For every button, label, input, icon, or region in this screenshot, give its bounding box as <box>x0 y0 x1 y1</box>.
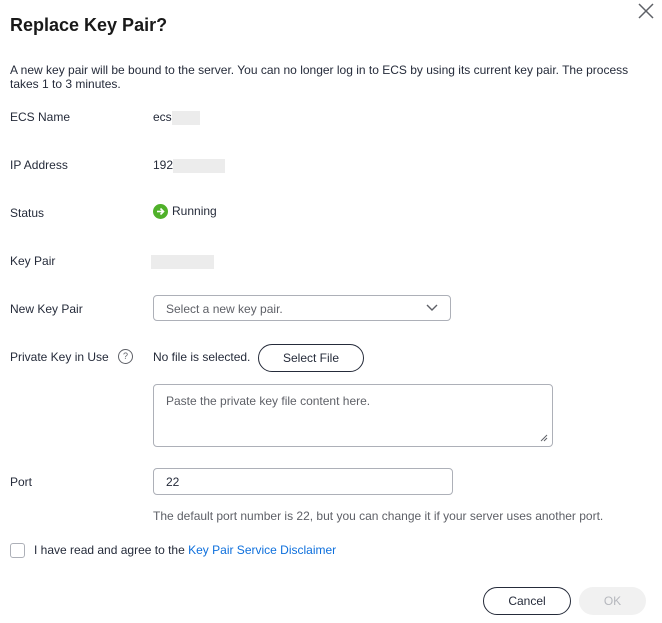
new-key-pair-placeholder: Select a new key pair. <box>166 302 283 316</box>
ip-address-label: IP Address <box>10 158 68 172</box>
chevron-down-icon <box>426 304 438 311</box>
ip-address-value: 192 <box>153 158 226 173</box>
file-status-text: No file is selected. <box>153 350 251 364</box>
ip-address-text: 192 <box>153 158 174 172</box>
status-value: Running <box>153 204 217 220</box>
close-icon[interactable] <box>636 1 656 21</box>
port-input[interactable]: 22 <box>153 468 453 495</box>
port-value: 22 <box>166 475 180 489</box>
redacted-mask <box>171 110 200 125</box>
new-key-pair-select[interactable]: Select a new key pair. <box>153 295 451 321</box>
private-key-label: Private Key in Use <box>10 350 109 364</box>
disclaimer-link[interactable]: Key Pair Service Disclaimer <box>188 543 336 557</box>
redacted-mask <box>151 254 214 269</box>
ecs-name-value: ecs <box>153 110 200 125</box>
select-file-button[interactable]: Select File <box>258 344 364 372</box>
port-label: Port <box>10 475 33 489</box>
dialog-description: A new key pair will be bound to the serv… <box>10 63 629 91</box>
private-key-textarea-placeholder: Paste the private key file content here. <box>166 394 371 408</box>
resize-handle-icon[interactable] <box>540 434 548 442</box>
ok-button: OK <box>579 587 646 615</box>
port-hint: The default port number is 22, but you c… <box>153 509 604 523</box>
agreement-checkbox[interactable] <box>10 543 25 558</box>
agreement-text: I have read and agree to the Key Pair Se… <box>34 543 336 557</box>
cancel-button[interactable]: Cancel <box>483 587 571 615</box>
status-text: Running <box>172 204 217 218</box>
status-label: Status <box>10 206 45 220</box>
new-key-pair-label: New Key Pair <box>10 302 83 316</box>
running-arrow-icon <box>153 204 168 220</box>
private-key-textarea[interactable]: Paste the private key file content here. <box>153 384 553 447</box>
ecs-name-label: ECS Name <box>10 110 71 124</box>
question-circle-icon[interactable]: ? <box>118 349 133 364</box>
dialog-title: Replace Key Pair? <box>10 15 168 35</box>
redacted-mask <box>173 158 226 173</box>
key-pair-label: Key Pair <box>10 254 56 268</box>
agreement-label: I have read and agree to the <box>34 543 189 557</box>
replace-key-pair-dialog: Replace Key Pair? A new key pair will be… <box>0 0 662 623</box>
key-pair-value <box>151 254 214 269</box>
ecs-name-text: ecs <box>153 110 172 124</box>
